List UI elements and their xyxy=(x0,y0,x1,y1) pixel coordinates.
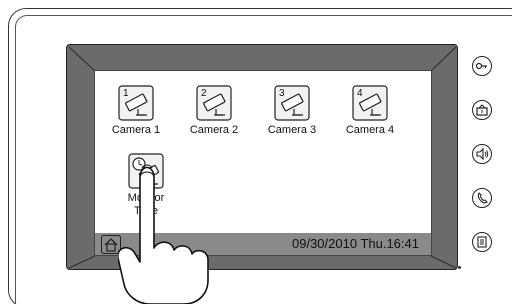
intercom-button[interactable] xyxy=(472,100,492,120)
menu-button[interactable] xyxy=(472,232,492,252)
handset-icon xyxy=(477,192,488,204)
camera-icon: 2 xyxy=(196,85,232,121)
camera-4-label: Camera 4 xyxy=(345,124,395,136)
svg-text:2: 2 xyxy=(201,88,207,99)
speaker-icon xyxy=(476,147,489,161)
svg-text:1: 1 xyxy=(123,88,129,99)
menu-icon xyxy=(477,236,487,248)
camera-2-label: Camera 2 xyxy=(189,124,239,136)
intercom-device: 1 Camera 1 2 Camera 2 3 Camera 3 4 Camer… xyxy=(0,0,512,304)
speaker-button[interactable] xyxy=(472,144,492,164)
camera-1-tile[interactable]: 1 Camera 1 xyxy=(99,85,173,137)
camera-icon: 3 xyxy=(274,85,310,121)
key-icon xyxy=(475,62,487,70)
camera-4-tile[interactable]: 4 Camera 4 xyxy=(333,85,407,137)
camera-3-tile[interactable]: 3 Camera 3 xyxy=(255,85,329,137)
camera-1-label: Camera 1 xyxy=(111,124,161,136)
intercom-icon xyxy=(476,104,488,116)
camera-icon: 4 xyxy=(352,85,388,121)
svg-text:3: 3 xyxy=(279,88,285,99)
camera-2-tile[interactable]: 2 Camera 2 xyxy=(177,85,251,137)
svg-text:4: 4 xyxy=(357,88,363,99)
datetime-display: 09/30/2010 Thu.16:41 xyxy=(292,236,419,251)
indicator-led xyxy=(458,266,461,269)
talk-button[interactable] xyxy=(472,188,492,208)
camera-3-label: Camera 3 xyxy=(267,124,317,136)
camera-icon: 1 xyxy=(118,85,154,121)
pointing-hand-icon xyxy=(118,164,209,304)
unlock-key-button[interactable] xyxy=(472,56,492,76)
